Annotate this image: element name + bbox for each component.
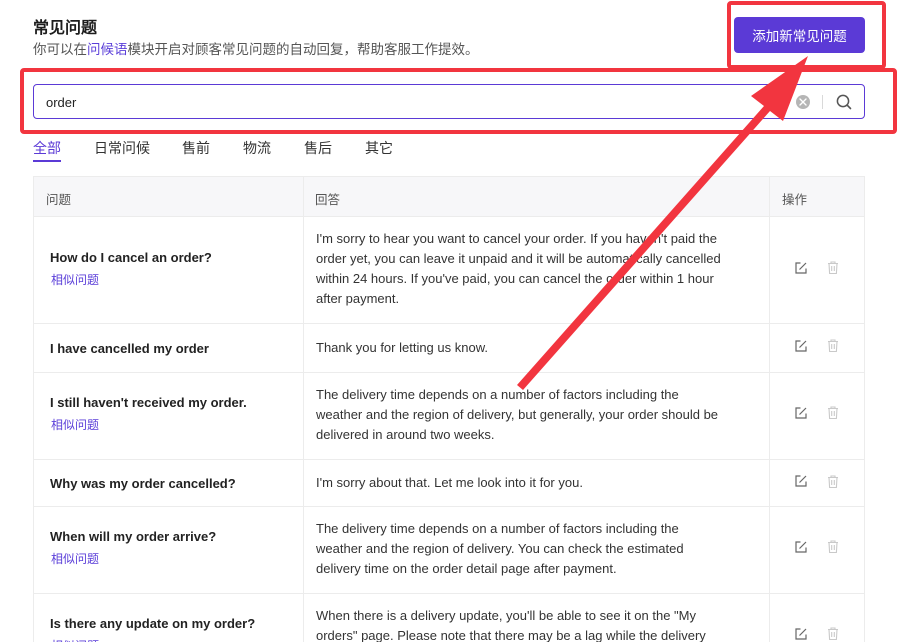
table-row: Is there any update on my order? 相似问题 Wh… <box>34 594 864 642</box>
answer-text: The delivery time depends on a number of… <box>316 519 764 579</box>
clear-icon[interactable] <box>796 95 810 109</box>
similar-questions-link[interactable]: 相似问题 <box>51 271 99 288</box>
column-divider <box>303 324 304 372</box>
edit-icon[interactable] <box>794 540 808 554</box>
search-divider <box>822 95 823 109</box>
tab-pre-sale[interactable]: 售前 <box>182 138 210 158</box>
answer-line: within 24 hours. If you've paid, you can… <box>316 271 714 286</box>
column-divider <box>769 324 770 372</box>
question-text: I have cancelled my order <box>50 341 209 356</box>
faq-table: 问题 回答 操作 How do I cancel an order? 相似问题 … <box>33 176 865 642</box>
column-divider <box>769 594 770 642</box>
answer-line: The delivery time depends on a number of… <box>316 387 679 402</box>
question-text: I still haven't received my order. <box>50 395 247 410</box>
table-row: Why was my order cancelled? I'm sorry ab… <box>34 460 864 507</box>
edit-icon[interactable] <box>794 627 808 641</box>
answer-text: Thank you for letting us know. <box>316 338 764 358</box>
search-box <box>33 84 865 119</box>
table-row: When will my order arrive? 相似问题 The deli… <box>34 507 864 594</box>
add-faq-button[interactable]: 添加新常见问题 <box>734 17 865 53</box>
column-divider <box>769 177 770 216</box>
tab-logistics[interactable]: 物流 <box>243 138 271 158</box>
similar-questions-link[interactable]: 相似问题 <box>51 416 99 433</box>
tab-daily-greeting[interactable]: 日常问候 <box>94 138 150 158</box>
column-divider <box>303 507 304 593</box>
answer-line: weather and the region of delivery, but … <box>316 407 719 422</box>
greeting-module-link[interactable]: 问候语 <box>87 42 128 57</box>
column-divider <box>303 594 304 642</box>
answer-line: after payment. <box>316 291 400 306</box>
trash-icon[interactable] <box>826 626 840 641</box>
edit-icon[interactable] <box>794 261 808 275</box>
answer-line: When there is a delivery update, you'll … <box>316 608 696 623</box>
subtitle-text-after: 模块开启对顾客常见问题的自动回复，帮助客服工作提效。 <box>127 42 479 57</box>
answer-text: I'm sorry to hear you want to cancel you… <box>316 229 764 309</box>
page-title: 常见问题 <box>33 20 98 37</box>
answer-line: weather and the region of delivery. You … <box>316 541 684 556</box>
answer-line: delivered in around two weeks. <box>316 427 495 442</box>
tab-after-sale[interactable]: 售后 <box>304 138 332 158</box>
trash-icon[interactable] <box>826 539 840 554</box>
search-input[interactable] <box>46 91 746 113</box>
table-header: 问题 回答 操作 <box>34 177 864 217</box>
trash-icon[interactable] <box>826 474 840 489</box>
answer-line: Thank you for letting us know. <box>316 340 488 355</box>
question-text: How do I cancel an order? <box>50 250 212 265</box>
answer-text: The delivery time depends on a number of… <box>316 385 764 445</box>
edit-icon[interactable] <box>794 339 808 353</box>
answer-text: I'm sorry about that. Let me look into i… <box>316 473 764 493</box>
active-tab-indicator <box>33 160 61 162</box>
answer-line: orders" page. Please note that there may… <box>316 628 706 642</box>
trash-icon[interactable] <box>826 405 840 420</box>
answer-line: delivery time on the order detail page a… <box>316 561 617 576</box>
column-divider <box>303 460 304 506</box>
column-divider <box>769 373 770 459</box>
question-text: Why was my order cancelled? <box>50 476 236 491</box>
answer-text: When there is a delivery update, you'll … <box>316 606 764 642</box>
question-text: When will my order arrive? <box>50 529 217 544</box>
similar-questions-link[interactable]: 相似问题 <box>51 637 99 642</box>
column-divider <box>769 217 770 323</box>
question-text: Is there any update on my order? <box>50 616 256 631</box>
table-row: I still haven't received my order. 相似问题 … <box>34 373 864 460</box>
table-row: How do I cancel an order? 相似问题 I'm sorry… <box>34 217 864 324</box>
column-divider <box>303 177 304 216</box>
answer-line: I'm sorry to hear you want to cancel you… <box>316 231 717 246</box>
subtitle-text-before: 你可以在 <box>33 42 87 57</box>
page-subtitle: 你可以在问候语模块开启对顾客常见问题的自动回复，帮助客服工作提效。 <box>33 38 479 58</box>
column-header-answer: 回答 <box>315 193 341 207</box>
trash-icon[interactable] <box>826 338 840 353</box>
answer-line: I'm sorry about that. Let me look into i… <box>316 475 583 490</box>
tab-other[interactable]: 其它 <box>365 138 393 158</box>
column-divider <box>769 507 770 593</box>
edit-icon[interactable] <box>794 474 808 488</box>
column-header-question: 问题 <box>46 193 72 207</box>
answer-line: The delivery time depends on a number of… <box>316 521 679 536</box>
answer-line: order yet, you can leave it unpaid and i… <box>316 251 721 266</box>
tab-all[interactable]: 全部 <box>33 138 61 158</box>
column-divider <box>303 373 304 459</box>
column-divider <box>303 217 304 323</box>
table-row: I have cancelled my order Thank you for … <box>34 324 864 373</box>
column-divider <box>769 460 770 506</box>
edit-icon[interactable] <box>794 406 808 420</box>
trash-icon[interactable] <box>826 260 840 275</box>
search-icon[interactable] <box>835 93 853 111</box>
column-header-actions: 操作 <box>782 193 808 207</box>
similar-questions-link[interactable]: 相似问题 <box>51 550 99 567</box>
